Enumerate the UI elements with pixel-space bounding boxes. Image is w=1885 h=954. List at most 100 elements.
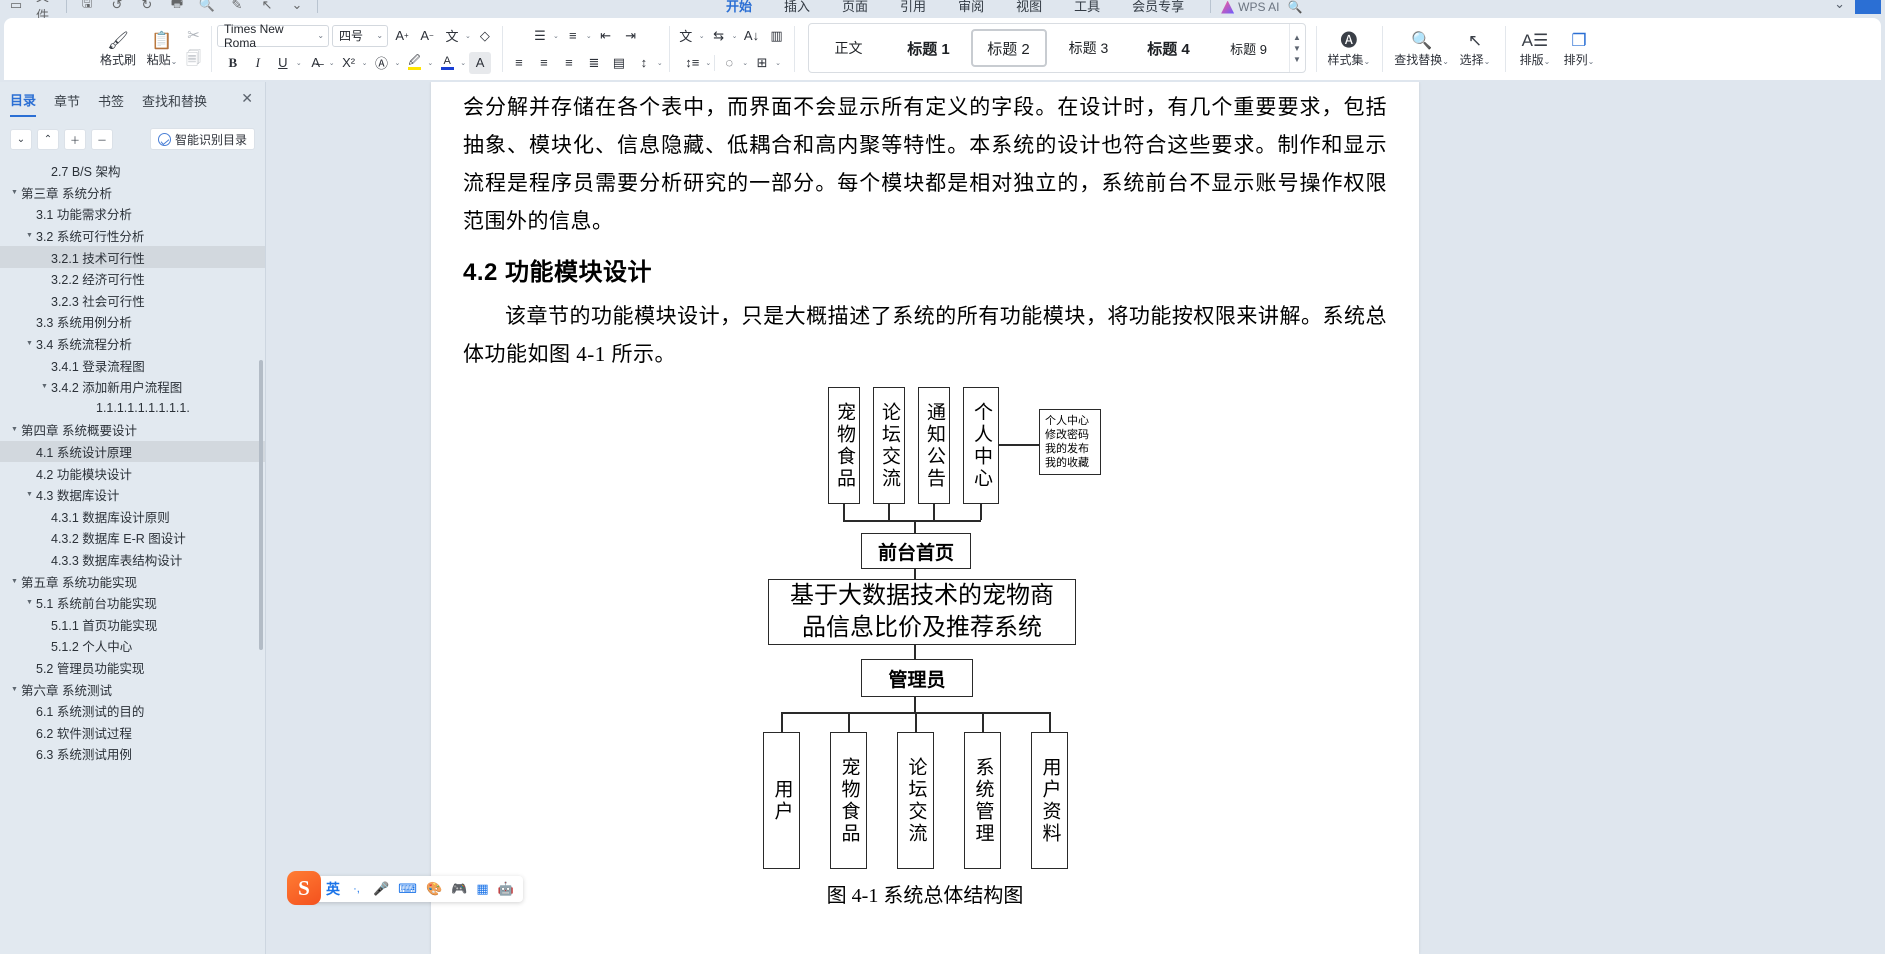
format-painter-button[interactable]: 🖌 格式刷 [96,29,140,70]
shading-icon[interactable]: ◌ [718,52,740,74]
italic-button[interactable]: I [247,52,269,74]
robot-icon[interactable]: 🤖 [498,881,514,897]
shrink-font-button[interactable]: A − [416,25,438,47]
bold-button[interactable]: B [222,52,244,74]
toc-item[interactable]: ▼6.1 系统测试的目的 [0,700,265,722]
chevron-down-icon[interactable]: ▼ [8,578,21,585]
save-icon[interactable]: 🖫 [77,0,97,15]
smart-toc-button[interactable]: 智能识别目录 [149,128,255,150]
align-left-icon[interactable]: ≡ [508,52,530,74]
text-direction-icon[interactable]: ⇆ [708,25,730,47]
char-shading-icon[interactable]: A [469,51,492,74]
chevron-down-icon[interactable]: ▼ [8,189,21,196]
chevron-down-icon[interactable]: ▼ [23,340,36,347]
font-color-icon[interactable]: A [436,52,458,74]
close-icon[interactable]: ✕ [241,90,253,107]
style-zhengwen[interactable]: 正文 [811,29,887,67]
toc-item[interactable]: ▼ 第六章 系统测试 [0,678,265,700]
ime-mode-toggle[interactable]: 英 [326,879,340,899]
sidebar-tab-chapter[interactable]: 章节 [54,91,80,116]
align-center-icon[interactable]: ≡ [533,52,555,74]
sidebar-scrollbar[interactable] [259,360,263,650]
document-canvas[interactable]: 会分解并存储在各个表中，而界面不会显示所有定义的字段。在设计时，有几个重要要求，… [266,82,1885,954]
typeset-button[interactable]: A☰ 排版⌄ [1513,29,1557,70]
keyboard-icon[interactable]: ⌨ [398,881,417,897]
style-heading-3[interactable]: 标题 3 [1051,29,1127,67]
scissors-icon[interactable]: ✂ [187,26,200,44]
toc-item[interactable]: ▼ 4.3 数据库设计 [0,484,265,506]
toc-item[interactable]: ▼3.3 系统用例分析 [0,311,265,333]
copy-icon[interactable]: 🗐 [186,48,201,73]
line-spacing-icon[interactable]: ↕ [633,52,655,74]
strikethrough-icon[interactable]: A̶ [305,52,327,74]
gallery-down-icon[interactable]: ▼ [1293,44,1301,53]
touch-mode-icon[interactable]: ✎ [227,0,247,15]
minimize-button[interactable] [1855,0,1881,14]
chevron-down-icon[interactable]: ▼ [23,599,36,606]
toc-item[interactable]: ▼4.1 系统设计原理 [0,440,265,463]
expand-all-button[interactable]: ⌃ [37,129,59,150]
char-border-icon[interactable]: Ⓐ [370,52,392,74]
toc-item[interactable]: ▼3.2.2 经济可行性 [0,268,265,290]
chevron-down-icon[interactable]: ▼ [38,383,51,390]
font-size-combobox[interactable]: 四号 ⌄ [332,24,389,47]
sidebar-tab-catalog[interactable]: 目录 [10,90,37,117]
borders-icon[interactable]: ⊞ [751,52,773,74]
distribute-icon[interactable]: ▤ [608,52,630,74]
chevron-down-icon[interactable]: ▼ [23,491,36,498]
justify-icon[interactable]: ≣ [583,52,605,74]
style-heading-4[interactable]: 标题 4 [1131,29,1207,67]
toc-item[interactable]: ▼5.2 管理员功能实现 [0,657,265,679]
highlight-color-icon[interactable]: 🖉 [403,52,425,74]
collapse-all-button[interactable]: ⌄ [10,129,32,150]
font-family-combobox[interactable]: Times New Roma ⌄ [217,22,330,50]
toc-item[interactable]: ▼4.2 功能模块设计 [0,462,265,484]
grow-font-button[interactable]: A + [391,25,413,47]
style-heading-9[interactable]: 标题 9 [1211,29,1287,67]
decrease-level-button[interactable]: － [91,129,113,150]
gallery-expand-icon[interactable]: ▼ [1293,55,1301,64]
style-heading-1[interactable]: 标题 1 [891,29,967,67]
help-icon[interactable]: ⌄ [1834,0,1845,12]
list-spacing-icon[interactable]: ↕≡ [681,52,703,74]
pinyin-icon[interactable]: 文 [675,25,697,47]
chevron-down-icon[interactable]: ▼ [8,426,21,433]
print-icon[interactable]: 🖶 [167,0,187,15]
chevron-down-icon[interactable]: ▼ [8,686,21,693]
select-button[interactable]: ↖ 选择⌄ [1453,29,1497,70]
toc-item[interactable]: ▼6.3 系统测试用例 [0,743,265,765]
toc-item[interactable]: ▼ 3.2 系统可行性分析 [0,225,265,247]
toc-item[interactable]: ▼5.1.2 个人中心 [0,635,265,657]
toc-item[interactable]: ▼4.3.3 数据库表结构设计 [0,549,265,571]
print-preview-icon[interactable]: 🔍 [197,0,217,15]
toc-item[interactable]: ▼6.2 软件测试过程 [0,721,265,743]
redo-icon[interactable]: ↻ [137,0,157,15]
comma-dot-icon[interactable]: ·, [349,883,364,895]
style-gallery-scroll[interactable]: ▲ ▼ ▼ [1288,24,1305,72]
show-marks-icon[interactable]: ▥ [766,25,788,47]
toc-tree[interactable]: ▼2.7 B/S 架构▼第三章 系统分析▼3.1 功能需求分析▼3.2 系统可行… [0,160,265,950]
game-icon[interactable]: 🎮 [451,881,467,897]
sogou-logo-icon[interactable]: S [287,871,321,905]
toc-item[interactable]: ▼ 第五章 系统功能实现 [0,570,265,592]
undo-icon[interactable]: ↺ [107,0,127,15]
sidebar-tab-find-replace[interactable]: 查找和替换 [142,91,207,116]
toc-item[interactable]: ▼3.2.3 社会可行性 [0,290,265,312]
clear-formatting-icon[interactable]: ◇ [474,25,496,47]
toc-item[interactable]: ▼4.3.1 数据库设计原则 [0,506,265,528]
toc-item[interactable]: ▼3.2.1 技术可行性 [0,246,265,268]
file-menu-button[interactable]: ▭ [6,0,26,15]
toc-item[interactable]: ▼ 5.1 系统前台功能实现 [0,592,265,614]
toc-item[interactable]: ▼3.4.1 登录流程图 [0,354,265,376]
increase-indent-icon[interactable]: ⇥ [620,25,642,47]
toc-item[interactable]: ▼ 第四章 系统概要设计 [0,419,265,441]
style-heading-2[interactable]: 标题 2 [970,29,1047,67]
more-commands-icon[interactable]: ⌄ [287,0,307,15]
decrease-indent-icon[interactable]: ⇤ [595,25,617,47]
toc-item[interactable]: ▼2.7 B/S 架构 [0,160,265,182]
arrange-button[interactable]: ❐ 排列⌄ [1557,29,1601,70]
cursor-icon[interactable]: ↖ [257,0,277,15]
toc-item[interactable]: ▼ 3.4 系统流程分析 [0,333,265,355]
toc-item[interactable]: ▼ 3.4.2 添加新用户流程图 [0,376,265,398]
microphone-icon[interactable]: 🎤 [373,881,389,897]
